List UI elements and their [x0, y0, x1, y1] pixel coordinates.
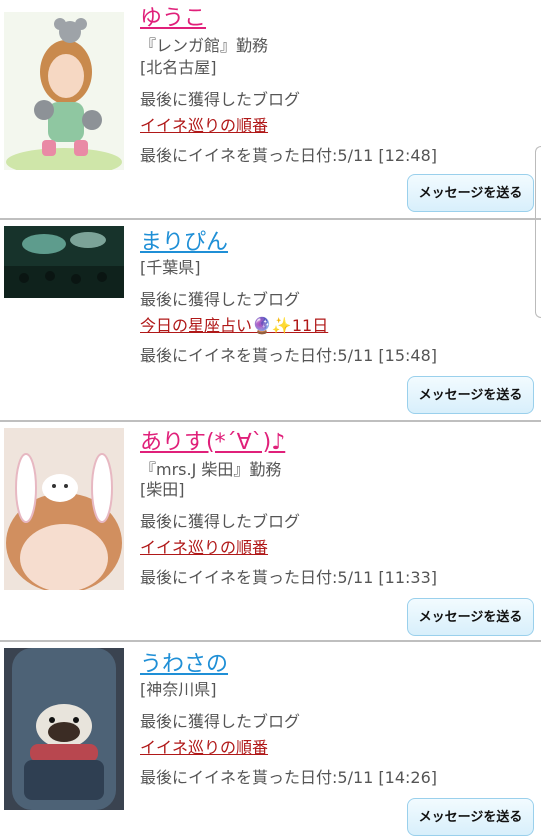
liked-date-text: 最後にイイネを貰った日付:5/11 [12:48]: [140, 146, 438, 165]
blog-label: 最後に獲得したブログ: [140, 512, 301, 531]
blog-label: 最後に獲得したブログ: [140, 712, 301, 731]
avatar[interactable]: [4, 428, 124, 590]
user-name-link[interactable]: ありす(*´∀`)♪: [140, 430, 285, 456]
user-entry-4: うわさの [神奈川県] 最後に獲得したブログ イイネ巡りの順番 最後にイイネを貰…: [0, 642, 541, 840]
blog-title-link[interactable]: 今日の星座占い🔮✨11日: [140, 316, 328, 336]
location-text: [千葉県]: [140, 258, 201, 277]
liked-date-text: 最後にイイネを貰った日付:5/11 [15:48]: [140, 346, 438, 365]
liked-date-text: 最後にイイネを貰った日付:5/11 [14:26]: [140, 768, 438, 787]
avatar[interactable]: [4, 12, 124, 170]
user-name-link[interactable]: まりぴん: [140, 230, 228, 256]
blog-title-link[interactable]: イイネ巡りの順番: [140, 538, 268, 558]
user-entry-2: まりぴん [千葉県] 最後に獲得したブログ 今日の星座占い🔮✨11日 最後にイイ…: [0, 220, 541, 420]
send-message-button[interactable]: メッセージを送る: [407, 174, 534, 212]
send-message-button[interactable]: メッセージを送る: [407, 798, 534, 836]
blog-title-link[interactable]: イイネ巡りの順番: [140, 116, 268, 136]
workplace-text: 『mrs.J 柴田』勤務: [140, 460, 282, 479]
location-text: [柴田]: [140, 480, 185, 499]
avatar[interactable]: [4, 648, 124, 810]
location-text: [神奈川県]: [140, 680, 217, 699]
user-name-link[interactable]: ゆうこ: [140, 6, 206, 32]
blog-title-link[interactable]: イイネ巡りの順番: [140, 738, 268, 758]
blog-label: 最後に獲得したブログ: [140, 290, 301, 309]
user-name-link[interactable]: うわさの: [140, 652, 228, 678]
side-edge-tab: [535, 146, 541, 318]
send-message-button[interactable]: メッセージを送る: [407, 598, 534, 636]
send-message-button[interactable]: メッセージを送る: [407, 376, 534, 414]
avatar[interactable]: [4, 226, 124, 298]
location-text: [北名古屋]: [140, 58, 217, 77]
workplace-text: 『レンガ館』勤務: [140, 36, 269, 55]
liked-date-text: 最後にイイネを貰った日付:5/11 [11:33]: [140, 568, 438, 587]
blog-label: 最後に獲得したブログ: [140, 90, 301, 109]
user-entry-3: ありす(*´∀`)♪ 『mrs.J 柴田』勤務 [柴田] 最後に獲得したブログ …: [0, 422, 541, 640]
user-entry-1: ゆうこ 『レンガ館』勤務 [北名古屋] 最後に獲得したブログ イイネ巡りの順番 …: [0, 0, 541, 218]
